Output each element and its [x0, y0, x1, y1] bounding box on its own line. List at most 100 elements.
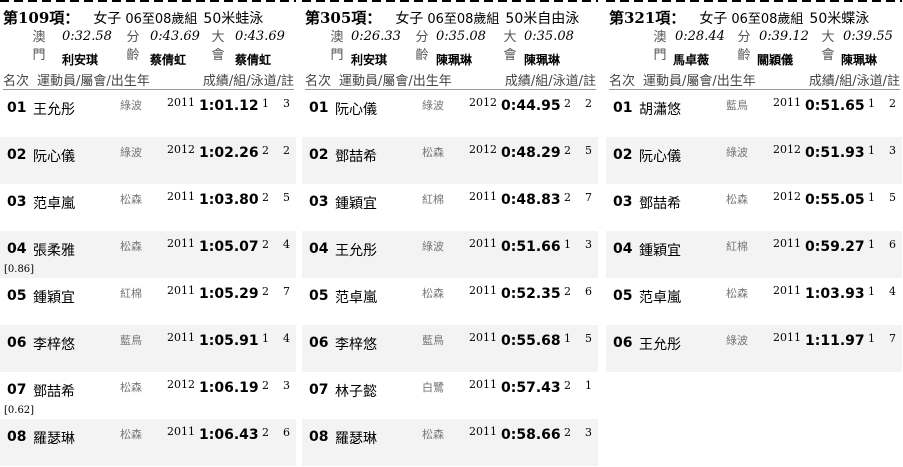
result-row: 07 林子懿 白鷺 2011 0:57.43 2 1 [302, 372, 598, 419]
record-time: 0:26.33 [351, 29, 401, 44]
event-stroke: 50米自由泳 [505, 11, 580, 27]
result-club: 松森 [422, 428, 444, 441]
column-athlete: 運動員/屬會/出生年 [339, 74, 452, 89]
result-heat: 2 [564, 191, 571, 204]
result-rank: 04 [7, 241, 27, 257]
result-birth-year: 2011 [167, 284, 195, 297]
result-row: 03 范卓嵐 松森 2011 1:03.80 2 5 [0, 184, 296, 231]
record-category: 大會 [503, 30, 517, 63]
result-birth-year: 2011 [167, 96, 195, 109]
result-row: 05 范卓嵐 松森 2011 0:52.35 2 6 [302, 278, 598, 325]
result-club: 紅棉 [120, 287, 142, 300]
result-heat: 1 [262, 97, 269, 110]
result-rank: 06 [7, 335, 27, 351]
record-holder: 陳珮琳 [841, 53, 878, 67]
event-gender: 女子 [699, 11, 728, 27]
result-lane: 1 [585, 379, 592, 392]
record-holder: 蔡倩虹 [150, 53, 187, 67]
result-birth-year: 2011 [469, 237, 497, 250]
result-lane: 5 [585, 144, 592, 157]
result-time: 0:52.35 [501, 286, 561, 302]
result-time: 1:06.43 [199, 427, 259, 443]
result-row: 02 鄧喆希 松森 2012 0:48.29 2 5 [302, 137, 598, 184]
result-row: 08 羅瑟琳 松森 2011 1:06.43 2 6 [0, 419, 296, 466]
event-age-group: 06至08歲組 [427, 12, 500, 27]
result-heat: 2 [564, 285, 571, 298]
result-rank: 07 [7, 382, 27, 398]
result-heat: 1 [868, 285, 875, 298]
result-row: 02 阮心儀 綠波 2012 0:51.93 1 3 [606, 137, 902, 184]
record-category: 分齡 [737, 30, 751, 63]
result-row: 05 范卓嵐 松森 2011 1:03.93 1 4 [606, 278, 902, 325]
record-time: 0:35.08 [436, 29, 486, 44]
result-time: 0:44.95 [501, 98, 561, 114]
result-club: 松森 [422, 287, 444, 300]
result-lane: 7 [585, 191, 592, 204]
result-time: 1:02.26 [199, 145, 259, 161]
result-lane: 6 [585, 285, 592, 298]
result-row: 03 鄧喆希 松森 2012 0:55.05 1 5 [606, 184, 902, 231]
result-lane: 5 [283, 191, 290, 204]
result-heat: 1 [564, 332, 571, 345]
result-athlete: 王允彤 [335, 243, 377, 259]
record-holder: 蔡倩虹 [235, 53, 272, 67]
event-header: 第305項： 女子 06至08歲組 50米自由泳 [305, 7, 598, 27]
result-time: 1:06.19 [199, 380, 259, 396]
result-birth-year: 2011 [167, 331, 195, 344]
result-birth-year: 2011 [773, 96, 801, 109]
result-row: 05 鍾穎宜 紅棉 2011 1:05.29 2 7 [0, 278, 296, 325]
column-rank: 名次 [3, 74, 30, 89]
column-athlete: 運動員/屬會/出生年 [643, 74, 756, 89]
result-rank: 03 [309, 194, 329, 210]
result-heat: 1 [262, 332, 269, 345]
result-club: 白鷺 [422, 381, 444, 394]
result-lane: 2 [283, 144, 290, 157]
result-athlete: 鄧喆希 [639, 196, 681, 212]
result-time: 0:55.68 [501, 333, 561, 349]
result-lane: 6 [889, 238, 896, 251]
column-header: 名次 運動員/屬會/出生年 成績/組/泳道/註 [3, 70, 294, 90]
result-row: 07 鄧喆希 松森 2012 1:06.19 2 3 [0.62] [0, 372, 296, 419]
result-birth-year: 2012 [773, 190, 801, 203]
result-lane: 7 [283, 285, 290, 298]
result-heat: 1 [868, 238, 875, 251]
result-club: 藍鳥 [726, 99, 748, 112]
result-athlete: 王允彤 [33, 102, 75, 118]
result-rank: 08 [7, 429, 27, 445]
result-row: 04 鍾穎宜 紅棉 2011 0:59.27 1 6 [606, 231, 902, 278]
result-athlete: 王允彤 [639, 337, 681, 353]
result-row: 01 胡瀟悠 藍鳥 2011 0:51.65 1 2 [606, 90, 902, 137]
record-holder: 利安琪 [351, 53, 388, 67]
result-birth-year: 2012 [773, 143, 801, 156]
record-time: 0:39.55 [843, 29, 893, 44]
result-rank: 01 [309, 100, 329, 116]
result-time: 0:59.27 [805, 239, 865, 255]
event-gender: 女子 [395, 11, 424, 27]
record-time: 0:32.58 [62, 29, 112, 44]
record-holder: 馬卓薇 [673, 53, 710, 67]
result-birth-year: 2012 [167, 143, 195, 156]
result-birth-year: 2012 [469, 96, 497, 109]
result-row: 08 羅瑟琳 松森 2011 0:58.66 2 3 [302, 419, 598, 466]
result-club: 藍鳥 [422, 334, 444, 347]
result-birth-year: 2011 [469, 284, 497, 297]
result-birth-year: 2012 [469, 143, 497, 156]
result-lane: 4 [889, 285, 896, 298]
result-club: 綠波 [120, 99, 142, 112]
event-panel: 第109項： 女子 06至08歲組 50米蛙泳 澳門 0:32.58 利安琪 分齡 0… [0, 0, 296, 467]
event-stroke: 50米蝶泳 [809, 11, 870, 27]
event-age-group: 06至08歲組 [731, 12, 804, 27]
dashed-divider [302, 0, 598, 2]
record-category: 大會 [821, 30, 835, 63]
result-lane: 2 [585, 97, 592, 110]
result-lane: 5 [889, 191, 896, 204]
result-time: 1:03.80 [199, 192, 259, 208]
result-birth-year: 2012 [167, 378, 195, 391]
result-athlete: 鄧喆希 [33, 384, 75, 400]
result-rank: 04 [309, 241, 329, 257]
result-row: 02 阮心儀 綠波 2012 1:02.26 2 2 [0, 137, 296, 184]
result-athlete: 范卓嵐 [335, 290, 377, 306]
result-rank: 01 [7, 100, 27, 116]
result-club: 綠波 [422, 99, 444, 112]
result-rank: 04 [613, 241, 633, 257]
